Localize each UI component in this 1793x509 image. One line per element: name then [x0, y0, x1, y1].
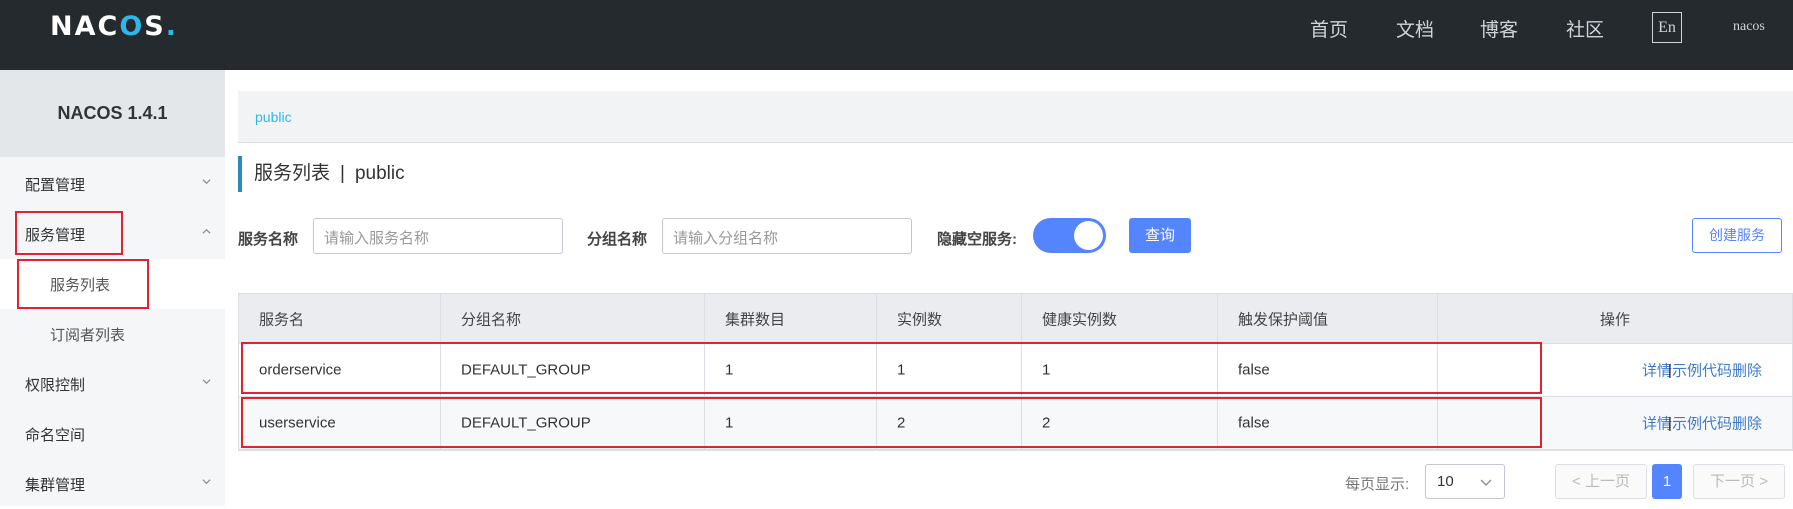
- page-title: 服务列表 | public: [238, 156, 405, 192]
- chevron-down-icon: [202, 379, 211, 385]
- service-name-input[interactable]: 请输入服务名称: [313, 218, 563, 254]
- table-header: 服务名 分组名称 集群数目 实例数 健康实例数 触发保护阈值 操作: [239, 294, 1792, 344]
- column-header: 集群数目: [705, 294, 877, 343]
- sidebar-item-namespace[interactable]: 命名空间: [0, 409, 225, 459]
- nav-home[interactable]: 首页: [1310, 15, 1348, 42]
- page-number-current[interactable]: 1: [1652, 464, 1682, 499]
- sidebar-item-label: 配置管理: [25, 177, 86, 194]
- page-size-select[interactable]: 10: [1425, 464, 1505, 499]
- chevron-down-icon: [202, 179, 211, 185]
- sidebar-title: NACOS 1.4.1: [0, 70, 225, 157]
- page-title-namespace: public: [354, 163, 405, 184]
- column-header: 实例数: [877, 294, 1022, 343]
- group-name-label: 分组名称: [587, 231, 648, 248]
- sample-code-link[interactable]: 示例代码: [1672, 363, 1732, 380]
- hide-empty-toggle[interactable]: [1033, 218, 1106, 253]
- column-header: 分组名称: [441, 294, 705, 343]
- ops-separator: |: [1667, 361, 1672, 379]
- chevron-up-icon: [202, 228, 211, 234]
- sidebar-item-permissions[interactable]: 权限控制: [0, 359, 225, 409]
- breadcrumb: public: [238, 91, 1793, 143]
- query-button[interactable]: 查询: [1129, 218, 1191, 253]
- chevron-down-icon: [1480, 479, 1492, 486]
- sidebar-item-label: 命名空间: [25, 427, 86, 444]
- highlight-box: [241, 397, 1542, 448]
- toggle-knob: [1074, 221, 1103, 250]
- page-size-value: 10: [1437, 473, 1454, 490]
- sidebar-item-label: 集群管理: [25, 477, 86, 494]
- breadcrumb-namespace[interactable]: public: [255, 109, 292, 125]
- main-content: public 服务列表 | public 服务名称 请输入服务名称 分组名称 请输入…: [225, 70, 1793, 506]
- language-toggle[interactable]: En: [1652, 12, 1682, 43]
- chevron-down-icon: [202, 479, 211, 485]
- sidebar: NACOS 1.4.1 配置管理 服务管理 服务列表 订阅者列表 权限控制 命名…: [0, 70, 225, 506]
- next-page-button[interactable]: 下一页 >: [1693, 464, 1785, 499]
- per-page-label: 每页显示:: [1345, 476, 1410, 493]
- user-name[interactable]: nacos: [1733, 19, 1765, 35]
- nacos-logo[interactable]: NACOS.: [50, 11, 178, 42]
- column-header: 操作: [1599, 311, 1631, 328]
- sidebar-item-label: 订阅者列表: [50, 327, 126, 344]
- group-name-input[interactable]: 请输入分组名称: [662, 218, 912, 254]
- page-title-text: 服务列表: [254, 163, 331, 184]
- delete-link[interactable]: 删除: [1732, 416, 1762, 433]
- sample-code-link[interactable]: 示例代码: [1672, 416, 1732, 433]
- sidebar-item-config[interactable]: 配置管理: [0, 159, 225, 209]
- top-navbar: NACOS. 首页 文档 博客 社区 En nacos: [0, 0, 1793, 70]
- column-header: 健康实例数: [1022, 294, 1218, 343]
- nav-blog[interactable]: 博客: [1480, 15, 1518, 42]
- ops-separator: |: [1667, 414, 1672, 432]
- column-header: 服务名: [239, 294, 441, 343]
- highlight-box: [15, 211, 123, 255]
- hide-empty-label: 隐藏空服务:: [937, 231, 1017, 248]
- service-name-label: 服务名称: [238, 231, 299, 248]
- highlight-box: [17, 259, 149, 309]
- column-header: 触发保护阈值: [1218, 294, 1438, 343]
- page-title-separator: |: [340, 163, 345, 184]
- nav-docs[interactable]: 文档: [1396, 15, 1434, 42]
- prev-page-button[interactable]: < 上一页: [1555, 464, 1647, 499]
- create-service-button[interactable]: 创建服务: [1692, 218, 1782, 253]
- nav-community[interactable]: 社区: [1566, 15, 1604, 42]
- highlight-box: [241, 342, 1542, 394]
- sidebar-item-cluster[interactable]: 集群管理: [0, 459, 225, 509]
- sidebar-item-subscribers[interactable]: 订阅者列表: [0, 309, 225, 359]
- sidebar-item-label: 权限控制: [25, 377, 86, 394]
- delete-link[interactable]: 删除: [1732, 363, 1762, 380]
